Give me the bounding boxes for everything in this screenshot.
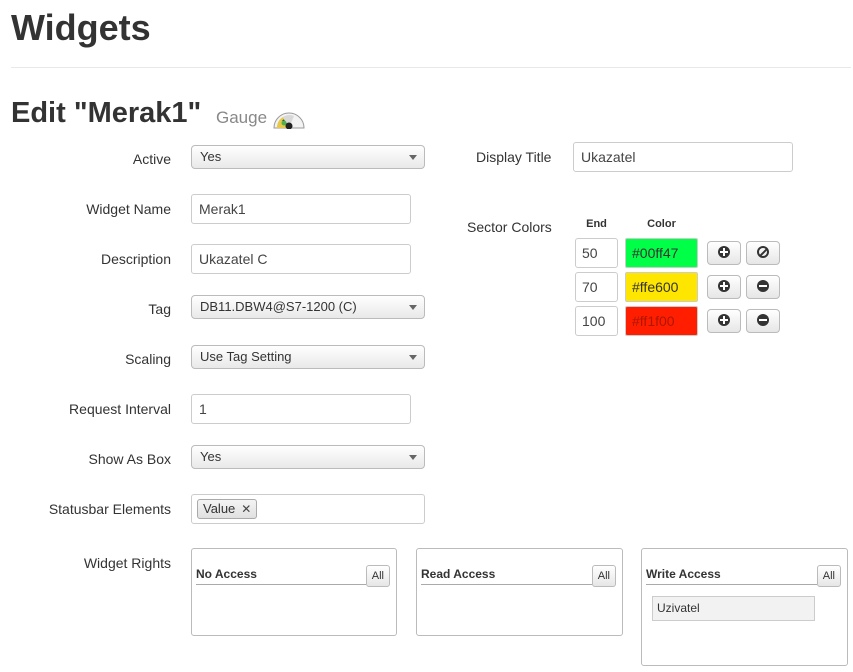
- tag-select[interactable]: DB11.DBW4@S7-1200 (C): [191, 295, 425, 319]
- no-access-all-button[interactable]: All: [365, 565, 390, 587]
- no-access-box[interactable]: No Access All: [191, 548, 397, 636]
- sector-color-input[interactable]: #ffe600: [625, 272, 698, 302]
- tag-label: Tag: [148, 301, 171, 317]
- chevron-down-icon: [409, 305, 417, 310]
- request-interval-label: Request Interval: [69, 401, 171, 417]
- scaling-select[interactable]: Use Tag Setting: [191, 345, 425, 369]
- widget-type-label: Gauge: [216, 108, 268, 127]
- edit-heading: Edit "Merak1": [11, 97, 202, 129]
- chip-label: Value: [203, 501, 236, 516]
- scaling-label: Scaling: [125, 351, 171, 367]
- write-access-box[interactable]: Write Access All Uzivatel: [641, 548, 848, 666]
- description-input[interactable]: Ukazatel C: [191, 244, 411, 274]
- close-icon[interactable]: ✕: [241, 502, 251, 516]
- plus-circle-icon: [718, 314, 730, 326]
- chevron-down-icon: [409, 455, 417, 460]
- write-access-title: Write Access: [646, 567, 721, 581]
- remove-sector-button[interactable]: [746, 309, 780, 333]
- divider: [646, 584, 817, 585]
- sector-color-input[interactable]: #00ff47: [625, 238, 698, 268]
- sector-end-input[interactable]: 100: [575, 306, 618, 336]
- plus-circle-icon: [718, 246, 730, 258]
- display-title-input[interactable]: Ukazatel: [573, 142, 793, 172]
- divider: [196, 584, 366, 585]
- color-column-header: Color: [647, 218, 676, 230]
- remove-sector-button[interactable]: [746, 275, 780, 299]
- active-select[interactable]: Yes: [191, 145, 425, 169]
- write-access-all-button[interactable]: All: [816, 565, 841, 587]
- add-sector-button[interactable]: [707, 241, 741, 265]
- gauge-icon: [272, 107, 306, 130]
- widget-name-input[interactable]: Merak1: [191, 194, 411, 224]
- widget-rights-label: Widget Rights: [83, 555, 171, 571]
- write-access-user-item[interactable]: Uzivatel: [652, 596, 815, 621]
- sector-colors-label: Sector Colors: [467, 219, 552, 235]
- plus-circle-icon: [718, 280, 730, 292]
- read-access-title: Read Access: [421, 567, 496, 581]
- end-column-header: End: [586, 218, 607, 230]
- add-sector-button[interactable]: [707, 275, 741, 299]
- minus-circle-icon: [757, 314, 769, 326]
- show-as-box-label: Show As Box: [88, 451, 172, 467]
- ban-icon: [757, 246, 769, 258]
- scaling-select-value: Use Tag Setting: [200, 349, 292, 364]
- widget-name-label: Widget Name: [86, 201, 171, 217]
- sector-end-input[interactable]: 50: [575, 238, 618, 268]
- divider: [421, 584, 592, 585]
- display-title-label: Display Title: [476, 149, 552, 165]
- statusbar-elements-label: Statusbar Elements: [48, 501, 171, 517]
- disabled-remove-sector-button[interactable]: [746, 241, 780, 265]
- add-sector-button[interactable]: [707, 309, 741, 333]
- show-as-box-select-value: Yes: [200, 449, 222, 464]
- header-divider: [11, 67, 851, 68]
- request-interval-input[interactable]: 1: [191, 394, 411, 424]
- chevron-down-icon: [409, 355, 417, 360]
- show-as-box-select[interactable]: Yes: [191, 445, 425, 469]
- active-select-value: Yes: [200, 149, 222, 164]
- active-label: Active: [132, 151, 171, 167]
- read-access-box[interactable]: Read Access All: [416, 548, 623, 636]
- sector-end-input[interactable]: 70: [575, 272, 618, 302]
- description-label: Description: [100, 251, 171, 267]
- tag-select-value: DB11.DBW4@S7-1200 (C): [200, 299, 357, 314]
- sector-color-input[interactable]: #ff1f00: [625, 306, 698, 336]
- statusbar-elements-input[interactable]: Value ✕: [191, 494, 425, 524]
- page-title: Widgets: [11, 7, 151, 48]
- statusbar-chip-value: Value ✕: [197, 499, 258, 519]
- read-access-all-button[interactable]: All: [591, 565, 616, 587]
- minus-circle-icon: [757, 280, 769, 292]
- chevron-down-icon: [409, 155, 417, 160]
- no-access-title: No Access: [196, 567, 257, 581]
